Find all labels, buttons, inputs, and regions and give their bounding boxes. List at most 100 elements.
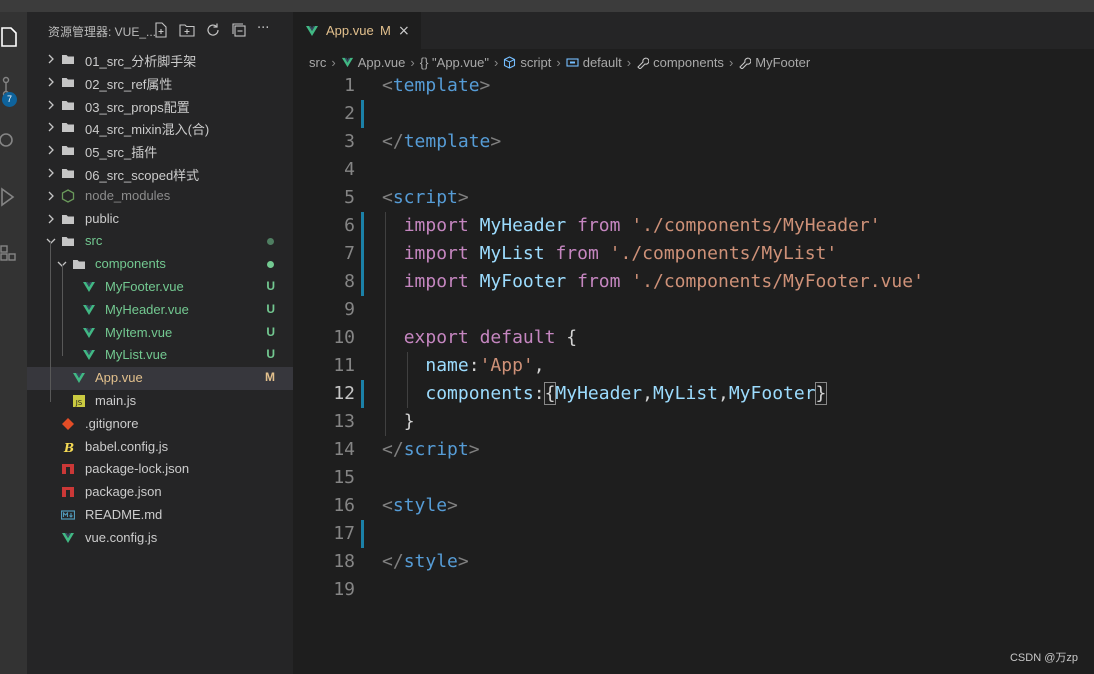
svg-text:JS: JS: [75, 399, 83, 407]
breadcrumb-item[interactable]: default: [583, 55, 622, 70]
tree-indent-guide: [62, 264, 63, 356]
breadcrumb-item[interactable]: script: [520, 55, 551, 70]
folder-icon: [61, 212, 75, 226]
tree-item-label: package.json: [85, 484, 162, 500]
tab-app-vue[interactable]: App.vue M ×: [293, 12, 421, 49]
tree-file-package-json[interactable]: package.json: [27, 481, 293, 504]
tree-file-app-vue[interactable]: App.vue M: [27, 367, 293, 390]
code-line: 16 <style>: [293, 492, 1094, 520]
code-line: 2: [293, 100, 1094, 128]
code-line: 13 }: [293, 408, 1094, 436]
code-editor[interactable]: 1 <template> 2 3 </template> 4 5 <script> 6…: [293, 72, 1094, 604]
breadcrumb-item[interactable]: src: [309, 55, 326, 70]
line-number: 11: [333, 355, 355, 376]
breadcrumb-item[interactable]: MyFooter: [755, 55, 810, 70]
tree-item-label: public: [85, 210, 119, 226]
file-tree: 01_src_分析脚手架 02_src_ref属性 03_src_props配置…: [27, 48, 293, 550]
tab-bar: App.vue M ×: [293, 12, 1094, 49]
search-icon[interactable]: [0, 127, 20, 153]
vue-icon: [305, 23, 319, 37]
folder-icon: [61, 75, 75, 89]
chevron-right-icon: ›: [331, 54, 336, 70]
explorer-icon[interactable]: [0, 24, 20, 50]
chevron-down-icon: [45, 235, 57, 247]
tree-item-label: MyItem.vue: [105, 324, 173, 340]
tree-file-gitignore[interactable]: .gitignore: [27, 413, 293, 436]
tree-item-label: components: [95, 256, 166, 272]
variable-icon: [566, 56, 579, 69]
breadcrumb-item[interactable]: App.vue: [358, 55, 406, 70]
git-status-badge: U: [266, 324, 275, 339]
npm-icon: [61, 462, 75, 476]
tree-file-mylist[interactable]: MyList.vue U: [27, 344, 293, 367]
tab-modified-badge: M: [380, 23, 391, 38]
code-line: 17: [293, 520, 1094, 548]
tree-folder-src[interactable]: src: [27, 230, 293, 253]
tree-item-label: babel.config.js: [85, 438, 169, 454]
run-debug-icon[interactable]: [0, 184, 20, 210]
line-number: 19: [333, 579, 355, 600]
tree-folder-06[interactable]: 06_src_scoped样式: [27, 162, 293, 185]
collapse-all-icon[interactable]: [231, 22, 247, 38]
code-line: 19: [293, 576, 1094, 604]
new-folder-icon[interactable]: [179, 22, 195, 38]
tree-folder-04[interactable]: 04_src_mixin混入(合): [27, 116, 293, 139]
tree-file-myitem[interactable]: MyItem.vue U: [27, 322, 293, 345]
tree-file-myfooter[interactable]: MyFooter.vue U: [27, 276, 293, 299]
more-actions-icon[interactable]: ···: [257, 22, 273, 38]
chevron-right-icon: [45, 144, 57, 156]
tree-folder-node-modules[interactable]: node_modules: [27, 185, 293, 208]
code-line: 4: [293, 156, 1094, 184]
editor-area: App.vue M × src › App.vue › {} "App.vue"…: [293, 12, 1094, 674]
tree-file-readme[interactable]: README.md: [27, 504, 293, 527]
line-number: 14: [333, 439, 355, 460]
vue-icon: [82, 303, 96, 317]
folder-icon: [61, 234, 75, 248]
chevron-right-icon: [45, 167, 57, 179]
tree-folder-02[interactable]: 02_src_ref属性: [27, 71, 293, 94]
chevron-right-icon: [45, 53, 57, 65]
vue-icon: [61, 531, 75, 545]
line-number: 4: [344, 159, 355, 180]
close-icon[interactable]: ×: [398, 23, 410, 39]
tree-item-label: main.js: [95, 392, 137, 408]
code-line: 14 </script>: [293, 436, 1094, 464]
git-status-badge: U: [266, 278, 275, 293]
tree-file-package-lock[interactable]: package-lock.json: [27, 458, 293, 481]
tree-item-label: 03_src_props配置: [85, 99, 190, 115]
tree-folder-03[interactable]: 03_src_props配置: [27, 94, 293, 117]
tree-item-label: README.md: [85, 506, 163, 522]
line-number: 15: [333, 467, 355, 488]
breadcrumb-item[interactable]: {} "App.vue": [420, 55, 489, 70]
tree-item-label: vue.config.js: [85, 529, 158, 545]
tree-file-babel-config[interactable]: B babel.config.js: [27, 436, 293, 459]
tree-folder-public[interactable]: public: [27, 208, 293, 231]
tree-file-main-js[interactable]: JS main.js: [27, 390, 293, 413]
tree-item-label: 02_src_ref属性: [85, 76, 173, 92]
tree-folder-05[interactable]: 05_src_插件: [27, 139, 293, 162]
tree-file-myheader[interactable]: MyHeader.vue U: [27, 299, 293, 322]
folder-icon: [61, 98, 75, 112]
line-number: 6: [344, 215, 355, 236]
code-line: 9: [293, 296, 1094, 324]
new-file-icon[interactable]: [153, 22, 169, 38]
tree-item-label: 06_src_scoped样式: [85, 167, 200, 183]
tree-folder-components[interactable]: components: [27, 253, 293, 276]
line-number: 7: [344, 243, 355, 264]
line-number: 12: [333, 383, 355, 404]
change-dot: [267, 261, 274, 269]
explorer-sidebar: 资源管理器: VUE_... ··· 01_src_分析脚手架 02_src_r…: [27, 12, 293, 674]
breadcrumb-item[interactable]: components: [653, 55, 724, 70]
tree-item-label: MyHeader.vue: [105, 301, 189, 317]
tree-indent-guide: [50, 242, 51, 402]
chevron-right-icon: ›: [493, 54, 499, 70]
refresh-icon[interactable]: [205, 22, 221, 38]
line-number: 8: [344, 271, 355, 292]
tree-file-vue-config[interactable]: vue.config.js: [27, 527, 293, 550]
folder-icon: [61, 120, 75, 134]
extensions-icon[interactable]: [0, 240, 20, 266]
tree-folder-01[interactable]: 01_src_分析脚手架: [27, 48, 293, 71]
code-line: 7 import MyList from './components/MyLis…: [293, 240, 1094, 268]
code-line: 15: [293, 464, 1094, 492]
explorer-header: 资源管理器: VUE_... ···: [27, 12, 293, 48]
